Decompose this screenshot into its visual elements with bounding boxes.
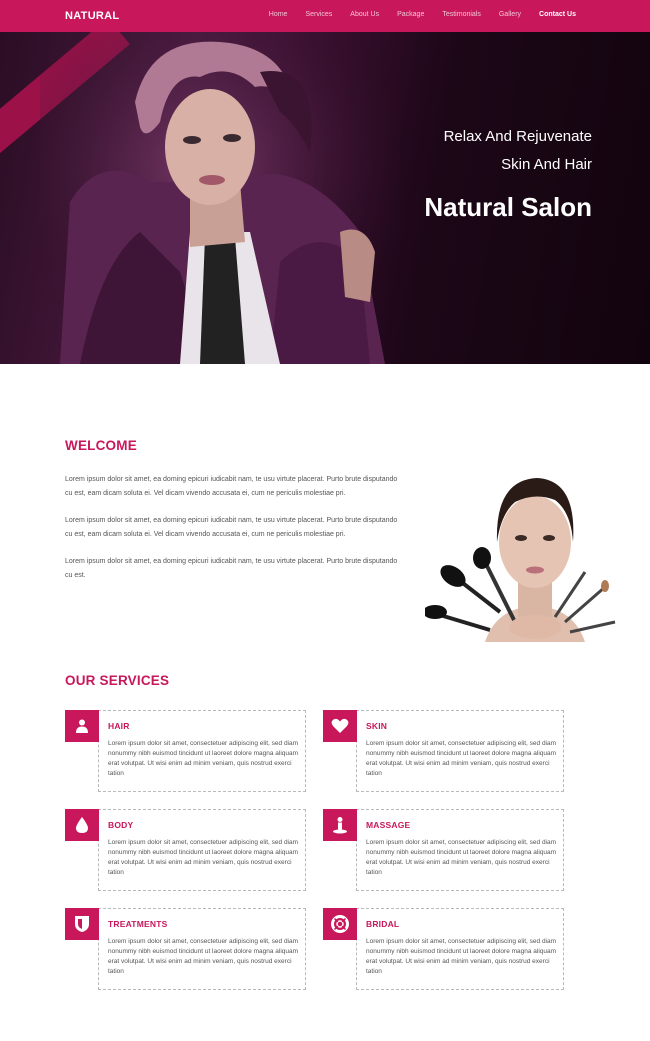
nav-contact-us[interactable]: Contact Us — [539, 11, 576, 18]
service-description: Lorem ipsum dolor sit amet, consectetuer… — [108, 839, 299, 876]
service-card-body[interactable]: BODY Lorem ipsum dolor sit amet, consect… — [98, 809, 306, 891]
shield-icon — [65, 908, 99, 940]
welcome-paragraph-2: Lorem ipsum dolor sit amet, ea doming ep… — [65, 517, 398, 538]
welcome-paragraph-1: Lorem ipsum dolor sit amet, ea doming ep… — [65, 476, 398, 497]
welcome-heading: WELCOME — [65, 438, 137, 453]
nav-about-us[interactable]: About Us — [350, 11, 379, 18]
nav-menu: Home Services About Us Package Testimoni… — [251, 11, 576, 18]
nav-gallery[interactable]: Gallery — [499, 11, 521, 18]
hero-model-image — [40, 32, 400, 364]
welcome-paragraph-3: Lorem ipsum dolor sit amet, ea doming ep… — [65, 558, 398, 579]
service-description: Lorem ipsum dolor sit amet, consectetuer… — [366, 839, 557, 876]
brand-logo[interactable]: NATURAL — [65, 10, 119, 22]
drop-icon — [65, 809, 99, 841]
massage-icon — [323, 809, 357, 841]
nav-testimonials[interactable]: Testimonials — [442, 11, 481, 18]
nav-package[interactable]: Package — [397, 11, 424, 18]
service-card-skin[interactable]: SKIN Lorem ipsum dolor sit amet, consect… — [356, 710, 564, 792]
services-heading: OUR SERVICES — [65, 673, 170, 688]
service-title: SKIN — [366, 721, 388, 731]
service-description: Lorem ipsum dolor sit amet, consectetuer… — [366, 740, 557, 777]
service-card-treatments[interactable]: TREATMENTS Lorem ipsum dolor sit amet, c… — [98, 908, 306, 990]
service-description: Lorem ipsum dolor sit amet, consectetuer… — [108, 938, 299, 975]
hero-subtitle-2: Skin And Hair — [501, 156, 592, 173]
service-description: Lorem ipsum dolor sit amet, consectetuer… — [366, 938, 557, 975]
service-title: MASSAGE — [366, 820, 411, 830]
service-card-massage[interactable]: MASSAGE Lorem ipsum dolor sit amet, cons… — [356, 809, 564, 891]
service-title: BODY — [108, 820, 134, 830]
hero-banner: Relax And Rejuvenate Skin And Hair Natur… — [0, 32, 650, 364]
lifebuoy-icon — [323, 908, 357, 940]
model-with-brushes-image — [425, 478, 616, 642]
service-title: HAIR — [108, 721, 130, 731]
nav-services[interactable]: Services — [305, 11, 332, 18]
service-card-hair[interactable]: HAIR Lorem ipsum dolor sit amet, consect… — [98, 710, 306, 792]
service-card-bridal[interactable]: BRIDAL Lorem ipsum dolor sit amet, conse… — [356, 908, 564, 990]
top-navbar: NATURAL Home Services About Us Package T… — [0, 0, 650, 32]
service-title: TREATMENTS — [108, 919, 168, 929]
nav-home[interactable]: Home — [269, 11, 288, 18]
hero-title: Natural Salon — [424, 192, 592, 222]
person-icon — [65, 710, 99, 742]
service-title: BRIDAL — [366, 919, 400, 929]
service-description: Lorem ipsum dolor sit amet, consectetuer… — [108, 740, 299, 777]
heart-icon — [323, 710, 357, 742]
hero-subtitle-1: Relax And Rejuvenate — [443, 128, 592, 145]
